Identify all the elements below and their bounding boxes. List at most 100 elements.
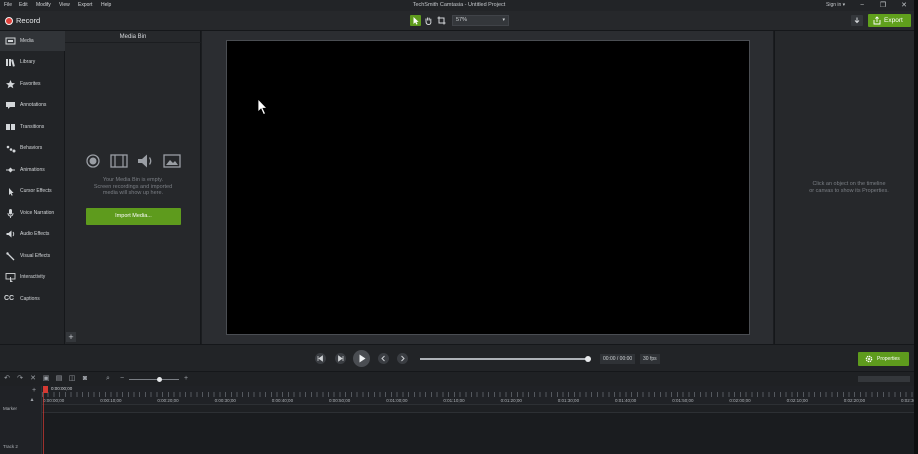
media-bin-panel: Media Bin Your Media Bin is empty. Scree…	[65, 31, 201, 344]
chevron-left-icon	[381, 355, 385, 362]
sign-in-link[interactable]: Sign in ▾	[826, 2, 845, 8]
sidebar-item-visual-effects[interactable]: Visual Effects	[0, 246, 65, 266]
annotations-icon	[6, 102, 15, 109]
share-icon	[873, 16, 881, 25]
add-track-icon[interactable]: +	[30, 387, 38, 395]
properties-label: Properties	[877, 356, 900, 362]
sidebar-item-annotations[interactable]: Annotations	[0, 95, 65, 115]
sidebar-item-label: Captions	[20, 296, 40, 302]
window-edge	[914, 0, 918, 454]
sidebar-item-cursor-effects[interactable]: Cursor Effects	[0, 181, 65, 201]
gear-icon	[865, 355, 873, 363]
snapshot-icon[interactable]: ◙	[81, 375, 89, 383]
media-icon	[5, 37, 16, 45]
cut-icon[interactable]: ✕	[29, 375, 37, 383]
playback-scrubber[interactable]	[420, 356, 591, 362]
play-button[interactable]	[353, 350, 370, 367]
fast-forward-icon	[338, 355, 344, 362]
sidebar-item-captions[interactable]: CC Captions	[0, 289, 65, 309]
sidebar-item-interactivity[interactable]: Interactivity	[0, 267, 65, 287]
sidebar-item-audio-effects[interactable]: Audio Effects	[0, 224, 65, 244]
properties-hint: Click an object on the timeline or canva…	[789, 181, 909, 194]
minimize-icon[interactable]: −	[856, 1, 868, 10]
next-clip-button[interactable]	[397, 353, 408, 364]
record-screen-icon	[86, 154, 100, 168]
marker-lane[interactable]	[42, 405, 918, 413]
zoom-in-icon[interactable]: +	[182, 375, 190, 383]
menu-bar: File Edit Modify View Export Help TechSm…	[0, 0, 918, 11]
sidebar-item-favorites[interactable]: Favorites	[0, 74, 65, 94]
hand-icon	[425, 17, 432, 26]
ruler-tick-label: 0:01:00;00	[386, 398, 408, 403]
sidebar-item-voice-narration[interactable]: Voice Narration	[0, 203, 65, 223]
copy-icon[interactable]: ▣	[42, 375, 50, 383]
sidebar-item-library[interactable]: Library	[0, 52, 65, 72]
maximize-icon[interactable]: ❐	[877, 1, 889, 10]
timeline-ruler[interactable]: 0:00:00;00 0:00:00;00 0:00:10;00 0:00:20;0…	[42, 386, 918, 405]
sidebar-item-media[interactable]: Media	[0, 31, 65, 51]
marker-track-label: Marker	[3, 406, 18, 411]
timeline: + ▴ Marker Track 2 0:00:00;00 0:00:00;00…	[0, 386, 918, 454]
sidebar-item-transitions[interactable]: Transitions	[0, 117, 65, 137]
previous-clip-button[interactable]	[378, 353, 389, 364]
redo-icon[interactable]: ↷	[16, 375, 24, 383]
collapse-icon[interactable]: ▴	[28, 396, 36, 404]
sidebar-item-behaviors[interactable]: Behaviors	[0, 138, 65, 158]
sidebar-item-label: Library	[20, 59, 36, 65]
ruler-tick-label: 0:01:20;00	[500, 398, 522, 403]
add-media-icon[interactable]: +	[66, 332, 76, 342]
cursor-effects-icon	[9, 188, 14, 196]
timeline-horizontal-scrollbar[interactable]	[858, 376, 910, 382]
export-label: Export	[884, 17, 903, 24]
chevron-right-icon	[401, 355, 405, 362]
video-canvas[interactable]	[226, 40, 750, 335]
time-readout: 00:00 / 00:00	[600, 354, 636, 364]
scrubber-progress	[420, 358, 588, 360]
download-button[interactable]	[851, 15, 863, 26]
step-forward-button[interactable]	[335, 353, 346, 364]
paste-icon[interactable]: ▤	[55, 375, 63, 383]
ruler-tick-label: 0:02:00;00	[729, 398, 751, 403]
timeline-zoom-handle[interactable]	[156, 377, 162, 382]
step-back-button[interactable]	[315, 353, 326, 364]
zoom-out-icon[interactable]: −	[118, 375, 126, 383]
ruler-tick-label: 0:00:30;00	[214, 398, 236, 403]
play-icon	[359, 354, 366, 363]
export-button[interactable]: Export	[868, 14, 911, 27]
tools-sidebar: Media Library Favorites Annotations Tran…	[0, 31, 65, 344]
interactivity-icon	[5, 273, 16, 282]
properties-button[interactable]: Properties	[858, 352, 909, 366]
properties-panel: Click an object on the timeline or canva…	[774, 31, 918, 344]
crop-tool-button[interactable]	[436, 15, 447, 26]
crop-icon	[437, 16, 446, 25]
sidebar-item-label: Interactivity	[20, 274, 46, 280]
captions-icon: CC	[4, 295, 15, 302]
star-icon	[6, 80, 15, 89]
track-2-lane[interactable]	[42, 413, 918, 454]
playback-controls: 00:00 / 00:00 30 fps Properties	[0, 344, 918, 372]
import-media-button[interactable]: Import Media...	[86, 208, 181, 225]
scrubber-handle[interactable]	[585, 356, 591, 362]
undo-icon[interactable]: ↶	[3, 375, 11, 383]
sidebar-item-animations[interactable]: Animations	[0, 160, 65, 180]
sidebar-item-label: Animations	[20, 167, 45, 173]
zoom-search-icon: ⌕	[106, 375, 110, 382]
sidebar-item-label: Transitions	[20, 124, 45, 130]
ruler-tick-label: 0:00:40;00	[271, 398, 294, 403]
split-icon[interactable]: ◫	[68, 375, 76, 383]
library-icon	[6, 59, 15, 67]
pan-tool-button[interactable]	[423, 15, 434, 26]
record-label: Record	[16, 16, 41, 25]
wand-icon	[6, 252, 15, 261]
select-tool-button[interactable]	[410, 15, 421, 26]
ruler-tick-label: 0:00:10;00	[100, 398, 122, 403]
empty-message-line: media will show up here.	[102, 190, 164, 196]
mouse-cursor-icon	[257, 98, 268, 116]
sidebar-item-label: Audio Effects	[20, 231, 50, 237]
ruler-tick-label: 0:01:30;00	[557, 398, 580, 403]
close-icon[interactable]: ✕	[898, 1, 910, 10]
ruler-tick-label: 0:02:20;00	[843, 398, 866, 403]
canvas-zoom-select[interactable]: 57% ▾	[452, 15, 509, 26]
behaviors-icon	[6, 145, 16, 153]
timeline-zoom-slider[interactable]	[129, 377, 179, 382]
